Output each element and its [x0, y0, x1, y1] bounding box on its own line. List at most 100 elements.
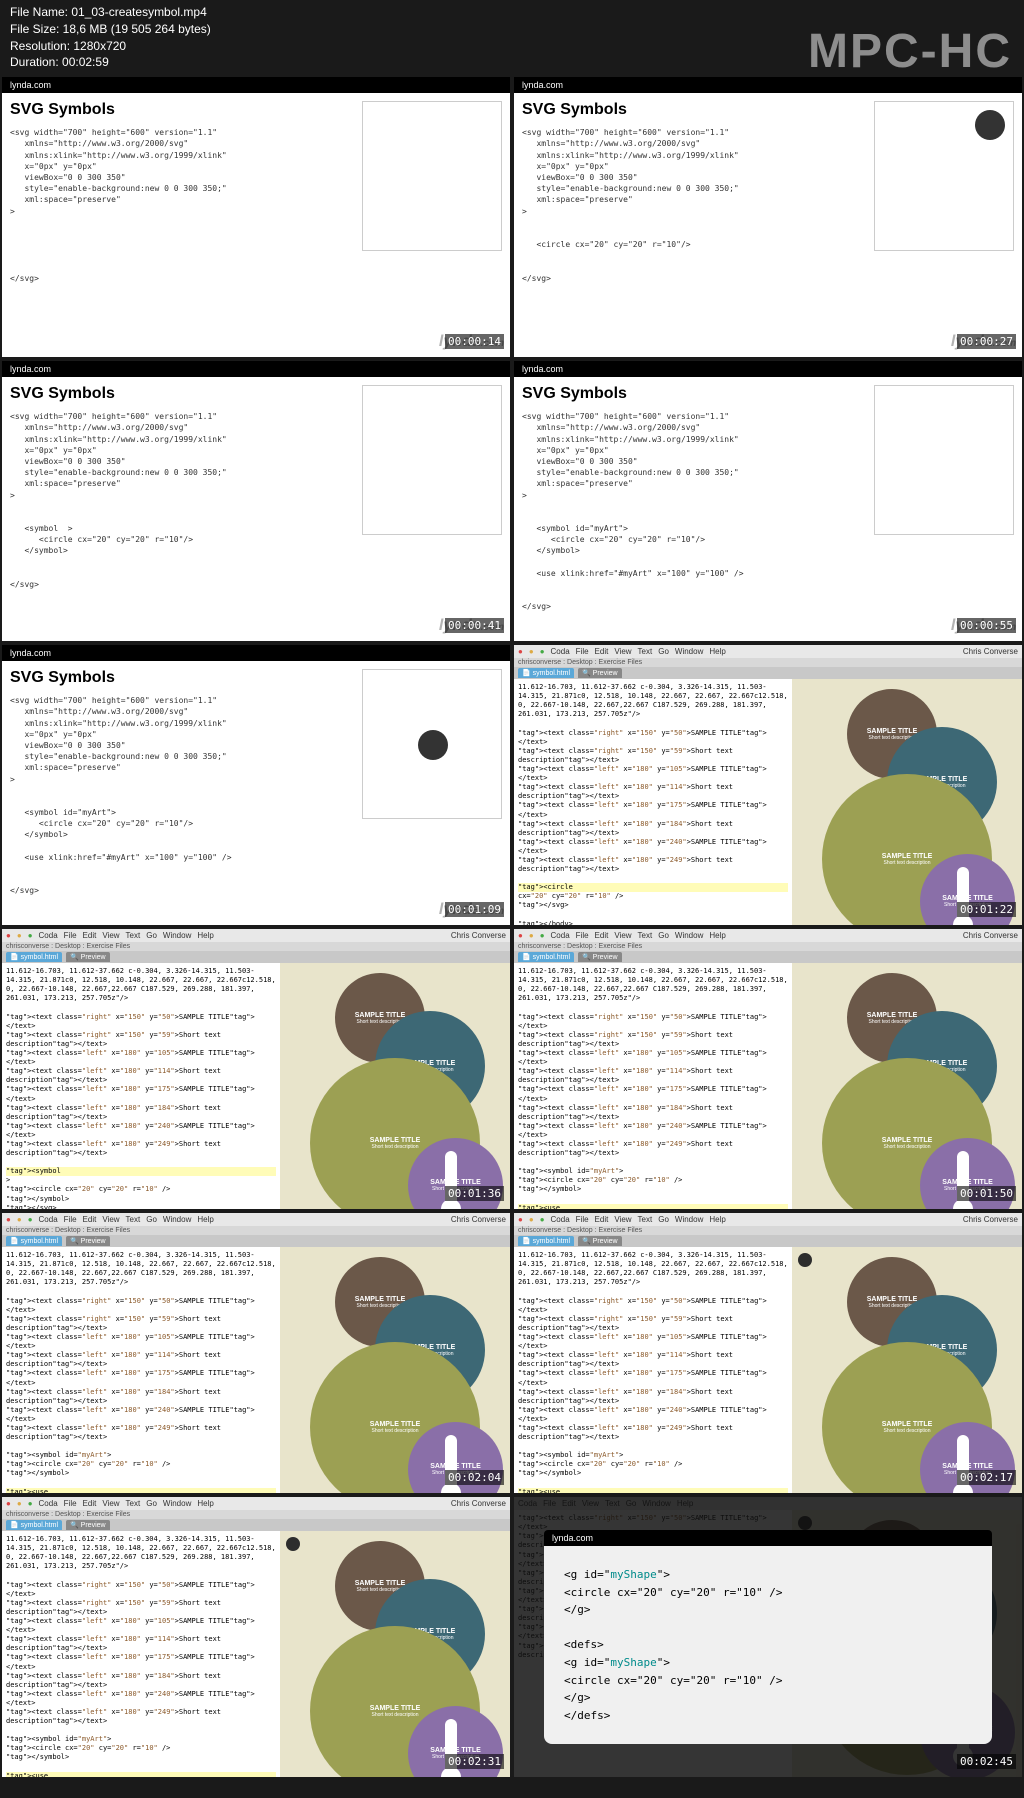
code-editor[interactable]: 11.612-16.703, 11.612-37.662 c-0.304, 3.…	[2, 1247, 280, 1493]
tab-bar[interactable]: chrisconverse : Desktop : Exercise Files	[514, 942, 1022, 951]
menu-item[interactable]: Edit	[83, 931, 97, 940]
code-block: <svg width="700" height="600" version="1…	[522, 127, 866, 284]
menu-item[interactable]: Edit	[595, 647, 609, 656]
menu-item[interactable]: Go	[658, 1215, 669, 1224]
thumbnail[interactable]: lynda.com SVG Symbols <svg width="700" h…	[514, 77, 1022, 357]
menu-item[interactable]: Coda	[551, 931, 570, 940]
menu-item[interactable]: Coda	[551, 647, 570, 656]
timestamp: 00:01:50	[957, 1186, 1016, 1201]
menu-item[interactable]: Coda	[39, 1215, 58, 1224]
thumbnail[interactable]: Coda File Edit View Text Go Window Help …	[514, 1497, 1022, 1777]
menu-item[interactable]: File	[576, 647, 589, 656]
menu-item[interactable]: Coda	[39, 1499, 58, 1508]
browser-preview: SAMPLE TITLEShort text description SAMPL…	[792, 1247, 1022, 1493]
menu-item[interactable]: File	[64, 1215, 77, 1224]
code-editor[interactable]: 11.612-16.703, 11.612-37.662 c-0.304, 3.…	[514, 1247, 792, 1493]
thumbnail[interactable]: ●●● CodaFileEditViewTextGoWindowHelp Chr…	[514, 645, 1022, 925]
tab-bar[interactable]: chrisconverse : Desktop : Exercise Files	[514, 658, 1022, 667]
menu-item[interactable]: Go	[146, 1499, 157, 1508]
menu-item[interactable]: View	[614, 931, 631, 940]
menu-bar[interactable]: ●●● CodaFileEditViewTextGoWindowHelp Chr…	[514, 929, 1022, 942]
menu-item[interactable]: Edit	[595, 931, 609, 940]
brand-bar: lynda.com	[2, 361, 510, 377]
editor-tab[interactable]: 📄 symbol.html	[518, 1236, 574, 1246]
menu-item[interactable]: View	[102, 1215, 119, 1224]
menu-item[interactable]: Edit	[595, 1215, 609, 1224]
timestamp: 00:00:41	[445, 618, 504, 633]
menu-item[interactable]: Coda	[39, 931, 58, 940]
tab-bar[interactable]: chrisconverse : Desktop : Exercise Files	[2, 942, 510, 951]
thumbnail[interactable]: lynda.com SVG Symbols <svg width="700" h…	[514, 361, 1022, 641]
menu-item[interactable]: Edit	[83, 1499, 97, 1508]
editor-tab[interactable]: 📄 symbol.html	[6, 1236, 62, 1246]
thumbnail[interactable]: lynda.com SVG Symbols <svg width="700" h…	[2, 361, 510, 641]
menu-item[interactable]: Window	[675, 647, 703, 656]
menu-item[interactable]: Text	[638, 647, 653, 656]
menu-item[interactable]: View	[614, 1215, 631, 1224]
menu-bar[interactable]: ●●● CodaFileEditViewTextGoWindowHelp Chr…	[2, 1213, 510, 1226]
preview-tab[interactable]: 🔍 Preview	[66, 1236, 110, 1246]
menu-item[interactable]: Help	[197, 1499, 213, 1508]
menu-item[interactable]: Text	[126, 1215, 141, 1224]
menu-item[interactable]: Help	[709, 1215, 725, 1224]
svg-preview	[874, 101, 1014, 251]
preview-tab[interactable]: 🔍 Preview	[578, 1236, 622, 1246]
menu-item[interactable]: Window	[675, 1215, 703, 1224]
thumbnail[interactable]: lynda.com SVG Symbols <svg width="700" h…	[2, 645, 510, 925]
preview-tab[interactable]: 🔍 Preview	[578, 952, 622, 962]
menu-item[interactable]: View	[102, 931, 119, 940]
code-editor[interactable]: 11.612-16.703, 11.612-37.662 c-0.304, 3.…	[514, 679, 792, 925]
editor-tab[interactable]: 📄 symbol.html	[6, 1520, 62, 1530]
menu-item[interactable]: View	[614, 647, 631, 656]
editor-tab[interactable]: 📄 symbol.html	[6, 952, 62, 962]
menu-item[interactable]: Window	[163, 1215, 191, 1224]
menu-item[interactable]: Text	[126, 931, 141, 940]
brand-bar: lynda.com	[2, 645, 510, 661]
code-editor[interactable]: 11.612-16.703, 11.612-37.662 c-0.304, 3.…	[514, 963, 792, 1209]
menu-item[interactable]: Text	[638, 931, 653, 940]
menu-item[interactable]: Help	[709, 931, 725, 940]
preview-tab[interactable]: 🔍 Preview	[66, 1520, 110, 1530]
menu-item[interactable]: View	[102, 1499, 119, 1508]
menu-item[interactable]: Help	[197, 931, 213, 940]
menu-bar[interactable]: ●●● CodaFileEditViewTextGoWindowHelp Chr…	[2, 929, 510, 942]
menu-item[interactable]: Help	[709, 647, 725, 656]
menu-item[interactable]: Coda	[551, 1215, 570, 1224]
menu-bar[interactable]: ●●● CodaFileEditViewTextGoWindowHelp Chr…	[2, 1497, 510, 1510]
tab-bar[interactable]: chrisconverse : Desktop : Exercise Files	[514, 1226, 1022, 1235]
menu-item[interactable]: File	[576, 931, 589, 940]
preview-tab[interactable]: 🔍 Preview	[66, 952, 110, 962]
thumbnail[interactable]: ●●● CodaFileEditViewTextGoWindowHelp Chr…	[2, 1497, 510, 1777]
path-crumb: chrisconverse : Desktop : Exercise Files	[6, 1227, 130, 1234]
menu-item[interactable]: Text	[638, 1215, 653, 1224]
thumbnail[interactable]: ●●● CodaFileEditViewTextGoWindowHelp Chr…	[514, 1213, 1022, 1493]
editor-tab[interactable]: 📄 symbol.html	[518, 668, 574, 678]
menu-item[interactable]: Go	[658, 931, 669, 940]
path-crumb: chrisconverse : Desktop : Exercise Files	[6, 943, 130, 950]
menu-item[interactable]: Window	[163, 1499, 191, 1508]
menu-item[interactable]: Window	[163, 931, 191, 940]
menu-bar[interactable]: ●●● CodaFileEditViewTextGoWindowHelp Chr…	[514, 1213, 1022, 1226]
menu-item[interactable]: Go	[658, 647, 669, 656]
menu-item[interactable]: Go	[146, 931, 157, 940]
editor-tab[interactable]: 📄 symbol.html	[518, 952, 574, 962]
tab-bar[interactable]: chrisconverse : Desktop : Exercise Files	[2, 1510, 510, 1519]
code-editor[interactable]: 11.612-16.703, 11.612-37.662 c-0.304, 3.…	[2, 963, 280, 1209]
tab-bar[interactable]: chrisconverse : Desktop : Exercise Files	[2, 1226, 510, 1235]
preview-tab[interactable]: 🔍 Preview	[578, 668, 622, 678]
menu-item[interactable]: File	[64, 1499, 77, 1508]
menu-item[interactable]: Window	[675, 931, 703, 940]
thumbnail[interactable]: ●●● CodaFileEditViewTextGoWindowHelp Chr…	[2, 929, 510, 1209]
menu-item[interactable]: Go	[146, 1215, 157, 1224]
menu-item[interactable]: File	[576, 1215, 589, 1224]
thumbnail[interactable]: ●●● CodaFileEditViewTextGoWindowHelp Chr…	[2, 1213, 510, 1493]
thumbnail[interactable]: ●●● CodaFileEditViewTextGoWindowHelp Chr…	[514, 929, 1022, 1209]
menu-item[interactable]: Help	[197, 1215, 213, 1224]
code-editor[interactable]: 11.612-16.703, 11.612-37.662 c-0.304, 3.…	[2, 1531, 280, 1777]
menu-bar[interactable]: ●●● CodaFileEditViewTextGoWindowHelp Chr…	[514, 645, 1022, 658]
thumbnail[interactable]: lynda.com SVG Symbols <svg width="700" h…	[2, 77, 510, 357]
menu-item[interactable]: Text	[126, 1499, 141, 1508]
menu-item[interactable]: File	[64, 931, 77, 940]
menu-item[interactable]: Edit	[83, 1215, 97, 1224]
browser-preview: SAMPLE TITLEShort text description SAMPL…	[280, 1247, 510, 1493]
